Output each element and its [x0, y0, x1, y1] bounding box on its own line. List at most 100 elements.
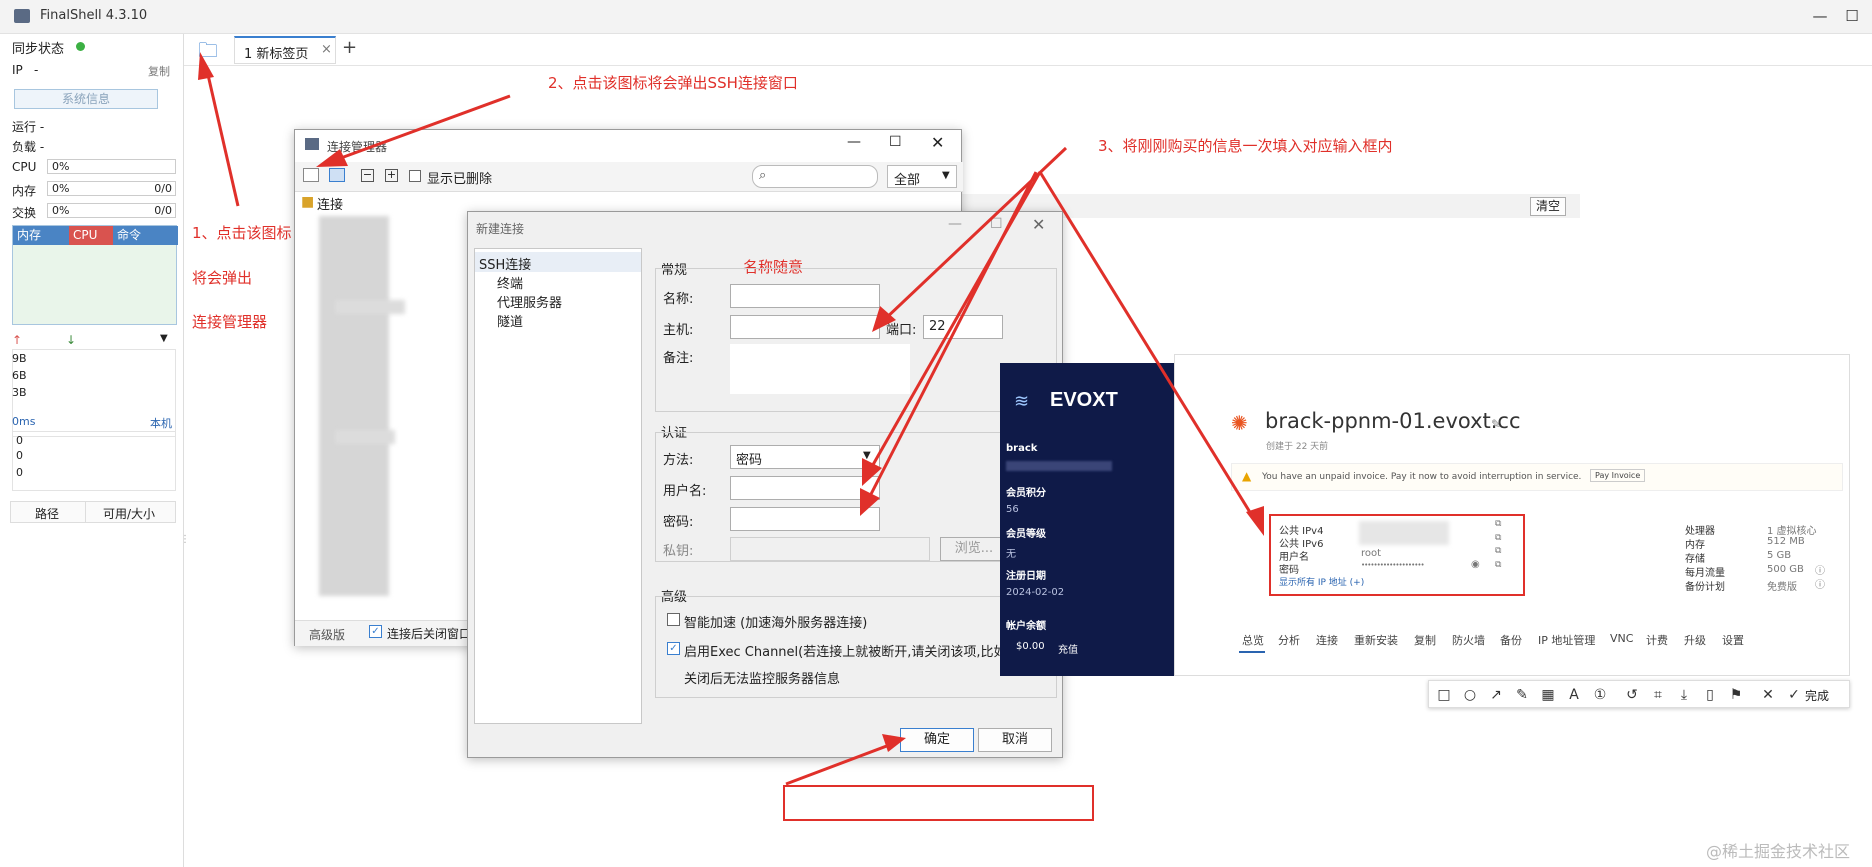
maximize-icon[interactable]: ☐ — [889, 134, 902, 150]
close-after-checkbox[interactable]: ✓ — [369, 625, 382, 638]
username-input[interactable] — [730, 476, 880, 500]
maximize-icon[interactable]: ☐ — [1838, 4, 1866, 28]
number-tool-icon[interactable]: ① — [1591, 686, 1609, 704]
show-all-ip-link[interactable]: 显示所有 IP 地址 (+) — [1279, 575, 1364, 588]
net-tick: 3B — [12, 386, 27, 399]
copy-ip-link[interactable]: 复制 — [148, 63, 170, 79]
pin-icon[interactable]: ⚑ — [1727, 686, 1745, 704]
expand-icon[interactable]: + — [385, 169, 398, 182]
ip-value: - — [34, 63, 39, 77]
pen-tool-icon[interactable]: ✎ — [1513, 686, 1531, 704]
note-textarea[interactable] — [730, 344, 910, 394]
new-connection-icon[interactable] — [303, 168, 319, 182]
spec-value: 500 GB — [1767, 564, 1804, 575]
points-label: 会员积分 — [1006, 488, 1046, 499]
text-tool-icon[interactable]: A — [1565, 686, 1583, 704]
pay-invoice-button[interactable]: Pay Invoice — [1590, 469, 1646, 482]
swap-value: 0% — [52, 204, 70, 217]
arrow-step1 — [204, 65, 240, 207]
tree-item-proxy[interactable]: 代理服务器 — [497, 292, 562, 311]
download-icon[interactable]: ⤓ — [1675, 686, 1693, 704]
cancel-icon[interactable]: ✕ — [1759, 686, 1777, 704]
help-icon[interactable]: ⓘ — [1815, 576, 1825, 591]
collapse-icon[interactable]: − — [361, 169, 374, 182]
browse-button[interactable]: 浏览... — [940, 537, 1008, 561]
minimize-icon[interactable]: — — [1806, 4, 1834, 28]
check-icon[interactable]: ✓ — [1785, 686, 1803, 704]
smart-accel-checkbox[interactable] — [667, 613, 680, 626]
undo-icon[interactable]: ↺ — [1623, 686, 1641, 704]
edit-icon[interactable]: ✎ — [1491, 417, 1501, 431]
close-icon[interactable]: ✕ — [1032, 215, 1045, 234]
evoxt-tab[interactable]: IP 地址管理 — [1538, 632, 1595, 648]
evoxt-tab[interactable]: VNC — [1610, 632, 1633, 645]
arrow-tool-icon[interactable]: ↗ — [1487, 686, 1505, 704]
show-deleted-checkbox[interactable] — [409, 170, 421, 182]
evoxt-tab[interactable]: 复制 — [1414, 632, 1436, 648]
minimize-icon[interactable]: — — [847, 134, 861, 150]
copy-icon[interactable]: ⧉ — [1495, 560, 1501, 570]
add-tab-icon[interactable]: + — [342, 37, 357, 58]
host-input[interactable] — [730, 315, 880, 339]
spec-value: 免费版 — [1767, 582, 1797, 593]
tree-root[interactable]: 连接 — [317, 194, 343, 213]
evoxt-tab[interactable]: 重新安装 — [1354, 632, 1398, 648]
evoxt-tab[interactable]: 总览 — [1242, 632, 1264, 648]
tab-cpu[interactable]: CPU — [69, 226, 113, 245]
exec-channel-checkbox[interactable]: ✓ — [667, 642, 680, 655]
advanced-label[interactable]: 高级版 — [309, 626, 345, 643]
blurred-ip — [1359, 521, 1449, 545]
port-input[interactable]: 22 — [923, 315, 1003, 339]
password-label: 密码: — [663, 515, 694, 530]
tab-mem[interactable]: 内存 — [13, 226, 69, 245]
path-column[interactable]: 路径 — [35, 505, 59, 522]
evoxt-tab[interactable]: 分析 — [1278, 632, 1300, 648]
show-deleted-label: 显示已删除 — [427, 172, 493, 187]
splitter-handle[interactable]: ⋮ — [180, 534, 190, 545]
maximize-icon[interactable]: ☐ — [990, 216, 1003, 232]
column-divider — [85, 502, 86, 522]
help-icon[interactable]: ⓘ — [1815, 562, 1825, 577]
local-label[interactable]: 本机 — [150, 415, 172, 431]
copy-icon[interactable]: ⧉ — [1495, 533, 1501, 543]
name-input[interactable] — [730, 284, 880, 308]
evoxt-tab[interactable]: 计费 — [1646, 632, 1668, 648]
evoxt-tab[interactable]: 设置 — [1722, 632, 1744, 648]
points-value: 56 — [1006, 504, 1019, 515]
eye-icon[interactable]: ◉ — [1471, 559, 1480, 570]
phone-icon[interactable]: ▯ — [1701, 686, 1719, 704]
evoxt-tab[interactable]: 防火墙 — [1452, 632, 1485, 648]
method-select[interactable]: 密码 ▼ — [730, 445, 880, 469]
ellipse-tool-icon[interactable]: ○ — [1461, 686, 1479, 704]
copy-icon[interactable]: ⧉ — [1495, 546, 1501, 556]
recharge-link[interactable]: 充值 — [1058, 641, 1078, 656]
evoxt-tab[interactable]: 连接 — [1316, 632, 1338, 648]
evoxt-tab[interactable]: 升级 — [1684, 632, 1706, 648]
minimize-icon[interactable]: — — [948, 216, 962, 232]
avail-column[interactable]: 可用/大小 — [103, 505, 155, 522]
ok-button[interactable]: 确定 — [900, 728, 974, 752]
folder-icon[interactable] — [329, 168, 345, 182]
chevron-down-icon[interactable]: ▼ — [160, 333, 168, 344]
done-label[interactable]: 完成 — [1805, 687, 1829, 704]
tab-new[interactable]: 1 新标签页 × — [234, 36, 336, 64]
sysinfo-button[interactable]: 系统信息 — [14, 89, 158, 109]
tree-item-terminal[interactable]: 终端 — [497, 273, 523, 292]
folder-open-icon[interactable]: 🗀 — [198, 40, 222, 60]
clear-button[interactable]: 清空 — [1530, 197, 1566, 216]
search-input[interactable]: ⌕ — [752, 165, 878, 188]
cancel-button[interactable]: 取消 — [978, 728, 1052, 752]
filter-select[interactable]: 全部 ▼ — [887, 165, 957, 188]
password-input[interactable] — [730, 507, 880, 531]
rectangle-tool-icon[interactable]: □ — [1435, 686, 1453, 704]
tree-item-tunnel[interactable]: 隧道 — [497, 311, 523, 330]
ocr-icon[interactable]: ⌗ — [1649, 686, 1667, 704]
close-icon[interactable]: ✕ — [931, 133, 944, 152]
evoxt-tab[interactable]: 备份 — [1500, 632, 1522, 648]
blurred-email — [1006, 461, 1112, 471]
close-icon[interactable]: × — [321, 42, 332, 57]
tab-cmd[interactable]: 命令 — [113, 226, 178, 245]
tree-item-ssh[interactable]: SSH连接 — [479, 254, 531, 273]
copy-icon[interactable]: ⧉ — [1495, 519, 1501, 529]
mosaic-tool-icon[interactable]: ▦ — [1539, 686, 1557, 704]
